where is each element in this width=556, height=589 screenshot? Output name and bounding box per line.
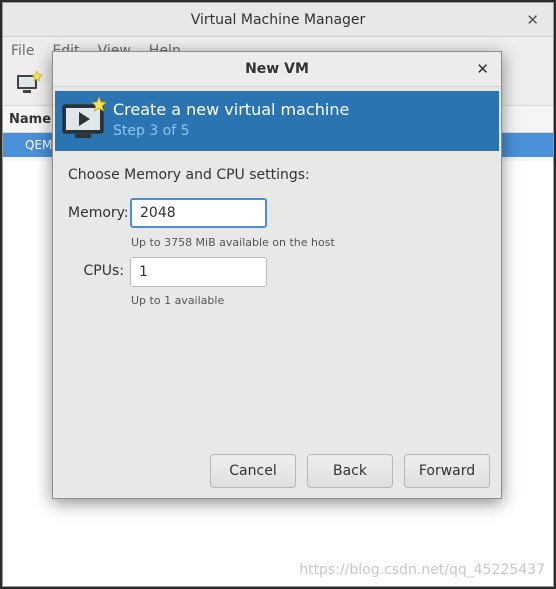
dialog-body: Choose Memory and CPU settings: Memory: … [53, 150, 501, 498]
new-vm-icon[interactable] [15, 70, 43, 100]
vmm-titlebar: Virtual Machine Manager ✕ [3, 3, 553, 37]
dialog-close-icon[interactable]: ✕ [476, 60, 489, 78]
banner-text: Create a new virtual machine Step 3 of 5 [113, 100, 349, 142]
memory-input[interactable] [132, 200, 265, 226]
forward-button[interactable]: Forward [404, 454, 490, 488]
memory-stepper: − + [130, 198, 267, 228]
cpus-label: CPUs: [83, 263, 124, 279]
cpus-input[interactable] [131, 258, 266, 286]
memory-label: Memory: [68, 205, 129, 221]
new-vm-dialog: New VM ✕ Create a new virtual machine St… [52, 51, 502, 499]
menu-file[interactable]: File [11, 43, 34, 59]
cancel-button[interactable]: Cancel [210, 454, 296, 488]
dialog-title: New VM [245, 61, 309, 77]
new-vm-banner-icon [55, 91, 113, 151]
watermark: https://blog.csdn.net/qq_45225437 [299, 562, 545, 578]
banner-title: Create a new virtual machine [113, 100, 350, 119]
dialog-titlebar: New VM ✕ [53, 52, 501, 87]
cpus-hint: Up to 1 available [131, 294, 225, 307]
section-label: Choose Memory and CPU settings: [68, 167, 310, 183]
back-button[interactable]: Back [307, 454, 393, 488]
cpus-stepper: − + [130, 257, 267, 287]
wizard-banner: Create a new virtual machine Step 3 of 5 [55, 91, 499, 151]
vmm-close-icon[interactable]: ✕ [526, 11, 539, 29]
memory-hint: Up to 3758 MiB available on the host [131, 236, 335, 249]
vmm-title: Virtual Machine Manager [190, 11, 366, 28]
banner-step: Step 3 of 5 [113, 123, 190, 139]
